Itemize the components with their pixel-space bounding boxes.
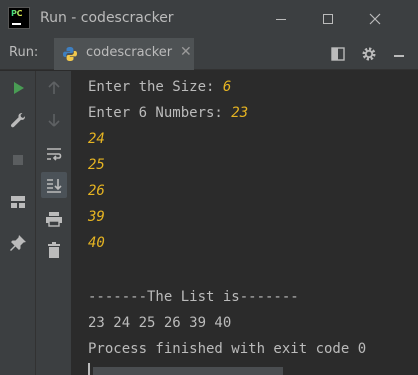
layout-icon[interactable] bbox=[330, 46, 346, 62]
run-tab-bar: Run: codescracker ✕ bbox=[0, 38, 418, 70]
print-icon[interactable] bbox=[44, 209, 64, 229]
console-line: Enter the Size: 6 bbox=[88, 77, 231, 97]
number-input: 25 bbox=[88, 157, 105, 173]
number-input: 24 bbox=[88, 131, 105, 147]
python-file-icon bbox=[63, 47, 77, 61]
up-arrow-icon[interactable] bbox=[44, 78, 64, 98]
scroll-to-end-icon[interactable] bbox=[44, 175, 64, 195]
console-output[interactable]: Enter the Size: 6 Enter 6 Numbers: 23 24… bbox=[73, 71, 418, 375]
minimize-icon bbox=[276, 18, 286, 20]
minimize-button[interactable] bbox=[258, 0, 304, 38]
down-arrow-icon[interactable] bbox=[44, 110, 64, 130]
numbers-prompt: Enter 6 Numbers: bbox=[88, 105, 232, 121]
close-button[interactable] bbox=[352, 0, 398, 38]
tab-label: codescracker bbox=[86, 45, 173, 60]
minimize-panel-icon[interactable] bbox=[391, 46, 407, 62]
tab-codescracker[interactable]: codescracker bbox=[54, 38, 194, 70]
maximize-button[interactable] bbox=[305, 0, 351, 38]
horizontal-scrollbar[interactable] bbox=[93, 367, 283, 375]
maximize-icon bbox=[323, 14, 333, 24]
number-input: 39 bbox=[88, 209, 105, 225]
number-input: 26 bbox=[88, 183, 105, 199]
pin-icon[interactable] bbox=[8, 233, 28, 253]
text-caret bbox=[88, 363, 90, 375]
number-input: 40 bbox=[88, 235, 105, 251]
tab-close-icon[interactable]: ✕ bbox=[180, 44, 192, 60]
rerun-icon[interactable] bbox=[8, 78, 28, 98]
list-header: -------The List is------- bbox=[88, 289, 299, 305]
title-bar: PC Run - codescracker bbox=[0, 0, 418, 38]
soft-wrap-icon[interactable] bbox=[44, 144, 64, 164]
console-line: Enter 6 Numbers: 23 bbox=[88, 103, 248, 123]
close-icon bbox=[369, 13, 381, 25]
gear-icon[interactable] bbox=[361, 46, 377, 62]
stop-icon[interactable] bbox=[8, 150, 28, 170]
pycharm-logo-icon: PC bbox=[8, 7, 30, 29]
wrench-icon[interactable] bbox=[8, 110, 28, 130]
trash-icon[interactable] bbox=[44, 240, 64, 260]
number-input: 23 bbox=[231, 105, 249, 121]
list-output: 23 24 25 26 39 40 bbox=[88, 315, 232, 331]
layout-icon[interactable] bbox=[8, 192, 28, 212]
window-title: Run - codescracker bbox=[40, 10, 174, 26]
size-input: 6 bbox=[222, 79, 232, 95]
run-label: Run: bbox=[9, 45, 39, 60]
exit-message: Process finished with exit code 0 bbox=[88, 341, 367, 357]
size-prompt: Enter the Size: bbox=[88, 79, 223, 95]
